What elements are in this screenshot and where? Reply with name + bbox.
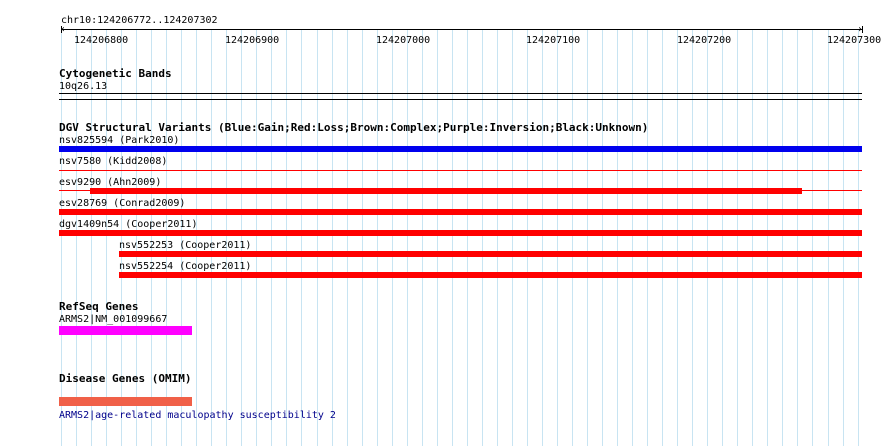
cytoband-label[interactable]: 10q26.13 (59, 81, 107, 92)
ruler-axis (61, 29, 863, 30)
cytoband-bottom-line (59, 99, 862, 100)
ruler-location: chr10:124206772..124207302 (61, 15, 218, 26)
refseq-gene-feature[interactable] (59, 326, 192, 335)
ruler-tick-label: 124207200 (677, 35, 732, 46)
variant-bar-loss[interactable] (119, 272, 862, 278)
variant-label[interactable]: nsv825594 (Park2010) (59, 135, 179, 146)
variant-label[interactable]: nsv552254 (Cooper2011) (119, 261, 251, 272)
variant-label[interactable]: dgv1409n54 (Cooper2011) (59, 219, 197, 230)
disease-gene-feature[interactable] (59, 397, 192, 406)
ruler-tick-label: 124207100 (526, 35, 581, 46)
disease-gene-link[interactable]: ARMS2|age-related maculopathy susceptibi… (59, 410, 336, 421)
variant-bar-gain[interactable] (59, 146, 862, 152)
ruler-tick-label: 124207000 (376, 35, 431, 46)
variant-bar-loss[interactable] (59, 209, 862, 215)
variant-label[interactable]: nsv552253 (Cooper2011) (119, 240, 251, 251)
ruler-tick-label: 124206800 (74, 35, 129, 46)
dgv-track-title: DGV Structural Variants (Blue:Gain;Red:L… (59, 121, 649, 134)
ruler-tick-label: 124207300 (827, 35, 882, 46)
disease-track-title: Disease Genes (OMIM) (59, 372, 192, 385)
variant-bar-loss[interactable] (119, 251, 862, 257)
ruler-left-arrow-icon: ‹ (60, 24, 67, 35)
variant-label[interactable]: esv28769 (Conrad2009) (59, 198, 185, 209)
refseq-gene-label[interactable]: ARMS2|NM_001099667 (59, 314, 167, 325)
ruler-right-arrow-icon: › (857, 24, 864, 35)
variant-bar-loss[interactable] (90, 188, 802, 194)
variant-label[interactable]: nsv7580 (Kidd2008) (59, 156, 167, 167)
variant-label[interactable]: esv9290 (Ahn2009) (59, 177, 161, 188)
cytoband-top-line (59, 93, 862, 94)
ruler-tick-label: 124206900 (225, 35, 280, 46)
variant-bar-loss[interactable] (59, 230, 862, 236)
variant-line-loss[interactable] (59, 170, 862, 171)
refseq-track-title: RefSeq Genes (59, 300, 139, 313)
cytoband-track-title: Cytogenetic Bands (59, 67, 172, 80)
